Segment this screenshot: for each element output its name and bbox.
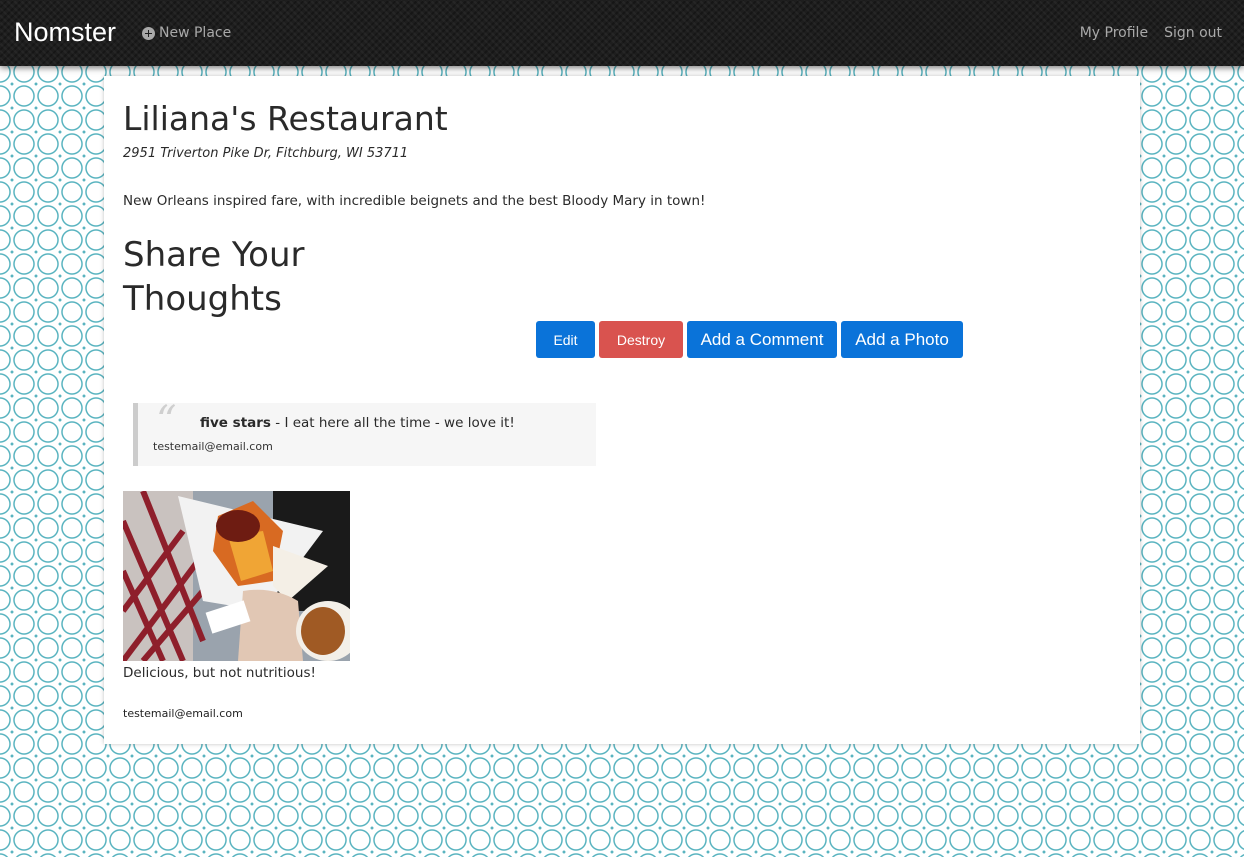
comment-author: testemail@email.com (153, 440, 273, 453)
new-place-label: New Place (159, 25, 232, 41)
photo-caption: Delicious, but not nutritious! (123, 665, 316, 681)
place-title: Liliana's Restaurant (123, 99, 448, 138)
edit-button[interactable]: Edit (536, 321, 595, 358)
sign-out-link[interactable]: Sign out (1164, 24, 1222, 42)
navbar: Nomster New Place My Profile Sign out (0, 0, 1244, 66)
comment-blockquote: “ five stars - I eat here all the time -… (133, 398, 596, 466)
new-place-link[interactable]: New Place (142, 24, 231, 42)
place-description: New Orleans inspired fare, with incredib… (123, 193, 706, 209)
place-photo (123, 491, 350, 661)
add-photo-button[interactable]: Add a Photo (841, 321, 963, 358)
place-card: Liliana's Restaurant 2951 Triverton Pike… (104, 76, 1140, 744)
photo-author: testemail@email.com (123, 707, 243, 720)
navbar-right-links: My Profile Sign out (1080, 24, 1222, 42)
share-thoughts-heading: Share Your Thoughts (123, 235, 305, 319)
comment-rating: five stars (200, 415, 271, 431)
comment-text: five stars - I eat here all the time - w… (200, 414, 515, 432)
food-photo-image (123, 491, 350, 661)
brand-logo-link[interactable]: Nomster (14, 15, 116, 49)
plus-circle-icon (142, 26, 155, 40)
comment-separator: - (270, 415, 285, 431)
add-comment-button[interactable]: Add a Comment (687, 321, 837, 358)
my-profile-link[interactable]: My Profile (1080, 24, 1148, 42)
destroy-button[interactable]: Destroy (599, 321, 683, 358)
action-buttons: Edit Destroy Add a Comment Add a Photo (536, 321, 963, 358)
quote-icon: “ (156, 398, 177, 444)
place-address: 2951 Triverton Pike Dr, Fitchburg, WI 53… (123, 146, 409, 161)
comment-message: I eat here all the time - we love it! (284, 415, 515, 431)
